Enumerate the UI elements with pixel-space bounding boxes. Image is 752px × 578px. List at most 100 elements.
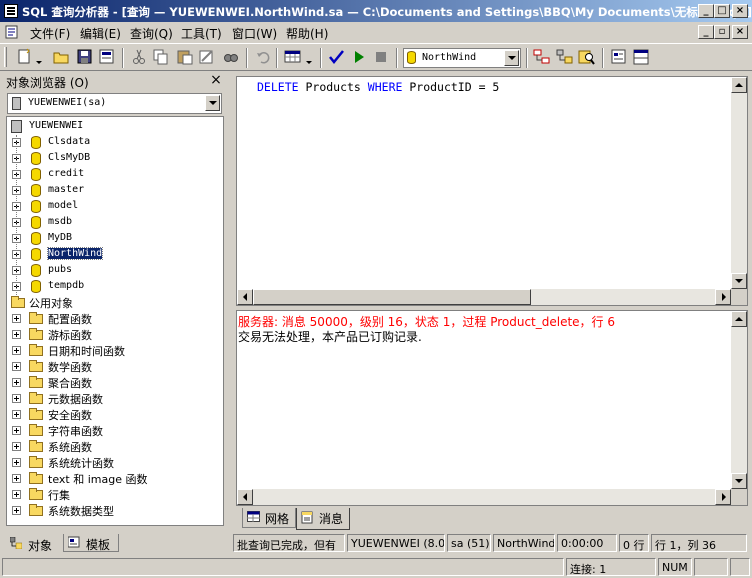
panel-splitter[interactable] [229,72,233,556]
current-connection-properties-icon[interactable] [610,48,628,66]
object-search-icon[interactable] [578,48,596,66]
results-pane[interactable]: 服务器: 消息 50000，级别 16，状态 1，过程 Product_dele… [236,310,748,506]
tree-item-label: master [48,184,85,195]
expand-icon[interactable] [12,410,21,419]
status-main [2,558,564,576]
tab-messages[interactable]: 消息 [296,508,350,530]
chevron-down-icon[interactable] [504,50,519,66]
expand-icon[interactable] [12,314,21,323]
tree-item-label: tempdb [48,280,85,291]
document-icon[interactable] [4,25,20,39]
tab-objects[interactable]: 对象 [6,534,62,554]
close-icon[interactable]: × [208,73,224,88]
folder-icon [29,376,43,388]
maximize-button[interactable]: □ [714,4,730,18]
database-icon [31,136,41,149]
undo-icon[interactable] [254,48,272,66]
database-icon [31,248,41,261]
editor-vertical-scrollbar[interactable] [731,77,747,289]
title-bar[interactable]: SQL 查询分析器 - [查询 — YUEWENWEI.NorthWind.sa… [0,0,752,22]
expand-icon[interactable] [12,394,21,403]
chevron-down-icon[interactable] [306,55,312,64]
results-grid-icon[interactable] [284,48,302,66]
expand-icon[interactable] [12,490,21,499]
check-syntax-icon[interactable] [328,48,346,66]
display-plan-icon[interactable] [533,48,551,66]
menu-edit[interactable]: 编辑(E) [80,25,121,42]
show-results-pane-icon[interactable] [632,48,650,66]
tab-objects-label: 对象 [28,539,53,553]
tree-item-label: 日期和时间函数 [48,345,125,358]
open-folder-icon[interactable] [52,48,70,66]
clear-window-icon[interactable] [198,48,216,66]
expand-icon[interactable] [12,442,21,451]
app-icon[interactable] [4,4,18,18]
scroll-right-icon[interactable] [715,489,731,505]
toolbar-separator [602,48,604,68]
folder-icon [11,296,25,308]
query-editor[interactable]: DELETE Products WHERE ProductID = 5 [236,76,748,306]
results-horizontal-scrollbar[interactable] [237,489,731,505]
results-vertical-scrollbar[interactable] [731,311,747,489]
database-select-value: NorthWind [422,52,477,63]
child-close-button[interactable]: × [732,25,748,39]
chevron-down-icon[interactable] [205,95,220,111]
toolbar-grip[interactable] [4,47,7,67]
scroll-right-icon[interactable] [715,289,731,305]
database-icon [407,51,416,64]
menu-window[interactable]: 窗口(W) [232,25,277,42]
scroll-up-icon[interactable] [731,311,747,327]
folder-icon [29,424,43,436]
server-select[interactable]: YUEWENWEI(sa) [7,93,222,114]
database-select[interactable]: NorthWind [403,48,521,68]
cut-icon[interactable] [130,48,148,66]
minimize-button[interactable]: _ [698,4,714,18]
insert-template-icon[interactable] [98,48,116,66]
scroll-thumb[interactable] [253,289,531,305]
scroll-down-icon[interactable] [731,273,747,289]
tab-messages-label: 消息 [319,512,344,526]
object-tree[interactable]: YUEWENWEI Clsdata ClsMyDB credit master mode… [6,116,224,526]
scroll-left-icon[interactable] [237,489,253,505]
toolbar-separator [526,48,528,68]
expand-icon[interactable] [12,458,21,467]
find-icon[interactable] [222,48,240,66]
expand-icon[interactable] [12,330,21,339]
tab-templates[interactable]: 模板 [63,534,119,552]
expand-icon[interactable] [12,474,21,483]
execute-icon[interactable] [350,48,368,66]
editor-text: ProductID = 5 [402,80,500,94]
chevron-down-icon[interactable] [36,55,42,64]
keyword-where: WHERE [367,80,403,94]
size-grip[interactable] [730,558,750,576]
paste-icon[interactable] [176,48,194,66]
expand-icon[interactable] [12,362,21,371]
menu-query[interactable]: 查询(Q) [130,25,173,42]
child-minimize-button[interactable]: _ [698,25,714,39]
menu-file[interactable]: 文件(F) [30,25,70,42]
expand-icon[interactable] [12,426,21,435]
close-button[interactable]: × [732,4,748,18]
expand-icon[interactable] [12,346,21,355]
scroll-down-icon[interactable] [731,473,747,489]
menu-tools[interactable]: 工具(T) [181,25,222,42]
templates-icon [67,536,80,548]
menu-help[interactable]: 帮助(H) [286,25,328,42]
tree-item-label: 游标函数 [48,329,92,342]
scroll-left-icon[interactable] [237,289,253,305]
copy-icon[interactable] [152,48,170,66]
expand-icon[interactable] [12,378,21,387]
save-icon[interactable] [76,48,94,66]
new-query-icon[interactable] [16,48,34,66]
expand-icon[interactable] [12,506,21,515]
editor-horizontal-scrollbar[interactable] [237,289,731,305]
tree-item-label: 数学函数 [48,361,92,374]
tree-item-label: ClsMyDB [48,152,91,163]
stop-icon[interactable] [372,48,390,66]
tree-item-label: msdb [48,216,73,227]
tab-grid[interactable]: 网格 [242,508,296,528]
child-restore-button[interactable]: ▫ [714,25,730,39]
object-browser-icon[interactable] [556,48,574,66]
status-panel [694,558,728,576]
scroll-up-icon[interactable] [731,77,747,93]
